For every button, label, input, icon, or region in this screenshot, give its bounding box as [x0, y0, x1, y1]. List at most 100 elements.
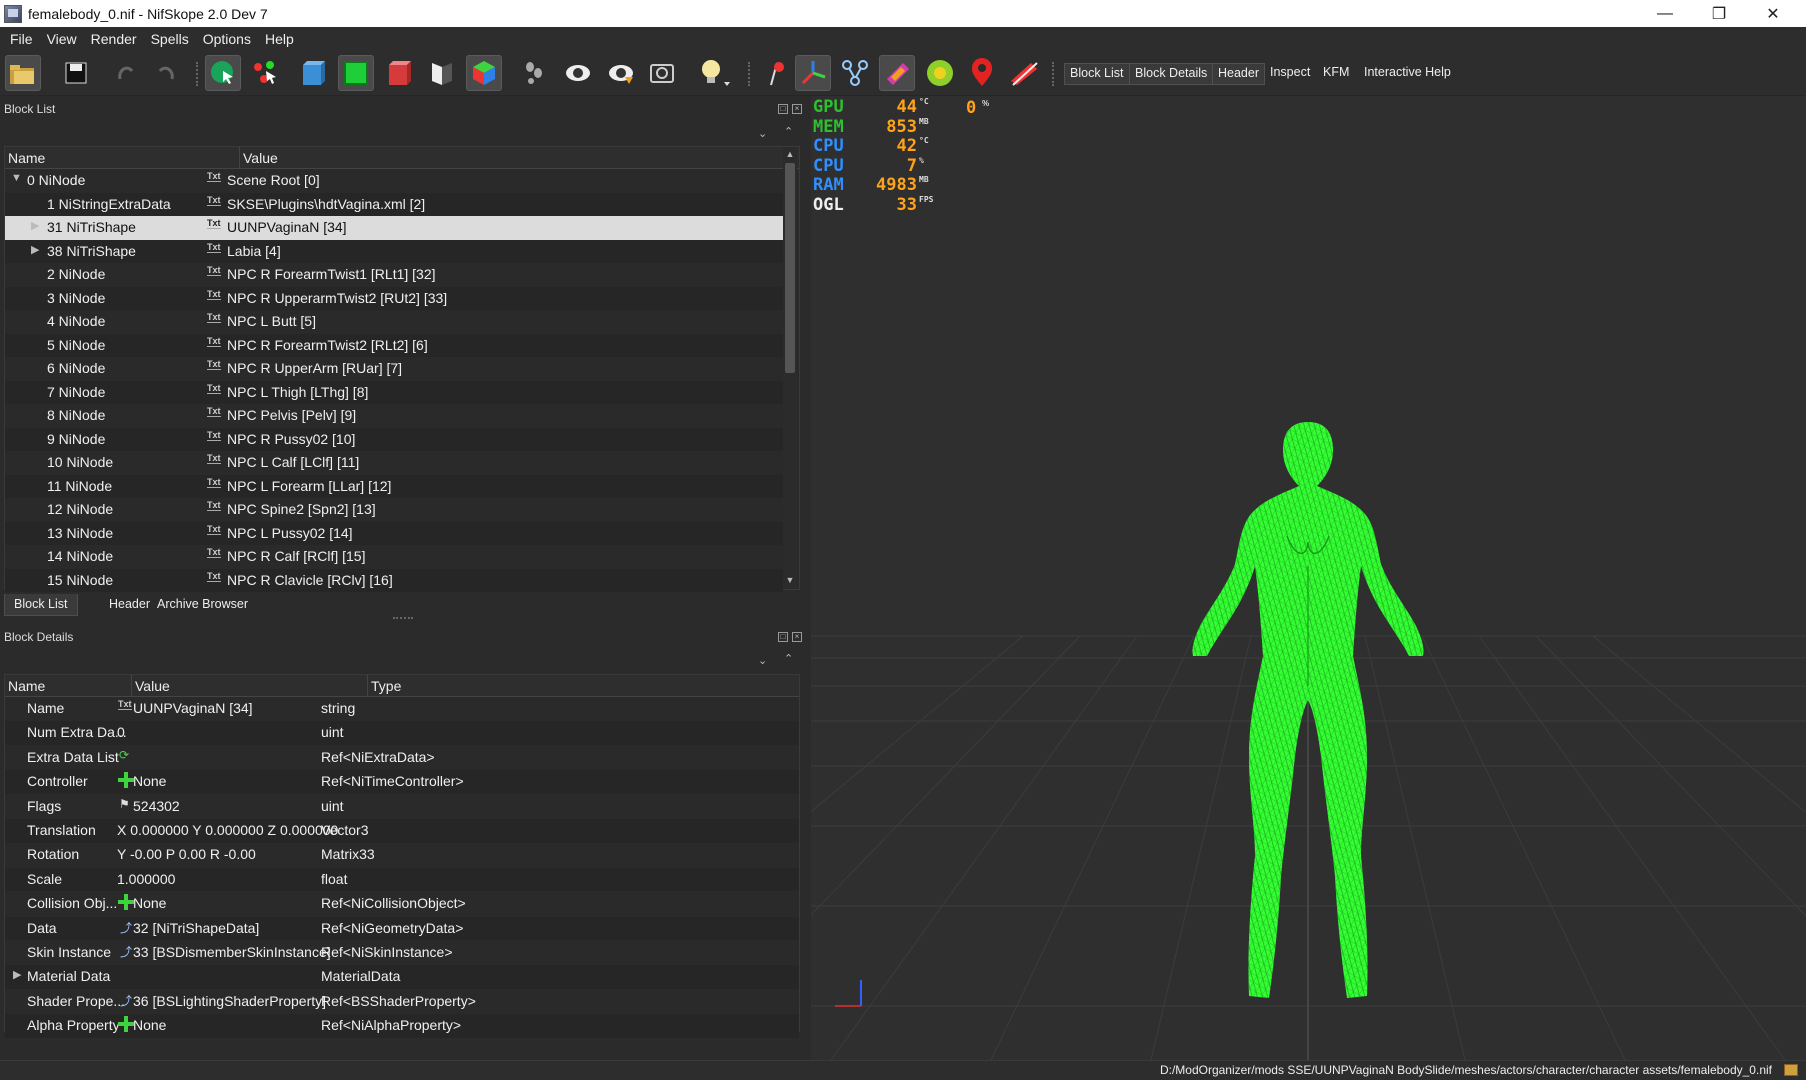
block-list-row[interactable]: 14 NiNode Txt NPC R Calf [RClf] [15] — [5, 545, 783, 569]
detail-row[interactable]: Extra Data List ⟳ Ref<NiExtraData> — [5, 746, 799, 770]
collapse-all-icon[interactable]: ⌃ — [784, 652, 793, 665]
scene-view[interactable] — [811, 96, 1806, 1060]
block-list-row[interactable]: 15 NiNode Txt NPC R Clavicle [RClv] [16] — [5, 568, 783, 592]
restore-icon[interactable]: ❐ — [1692, 0, 1746, 27]
minimize-icon[interactable]: — — [1638, 0, 1692, 27]
block-list-row[interactable]: 8 NiNode Txt NPC Pelvis [Pelv] [9] — [5, 404, 783, 428]
block-list-row[interactable]: 4 NiNode Txt NPC L Butt [5] — [5, 310, 783, 334]
column-name[interactable]: Name — [8, 150, 45, 166]
detail-row[interactable]: Alpha Property None Ref<NiAlphaProperty> — [5, 1014, 799, 1038]
chevron-right-icon[interactable]: ▶ — [31, 243, 39, 256]
view-side-icon[interactable] — [381, 55, 417, 91]
block-list-row[interactable]: 2 NiNode Txt NPC R ForearmTwist1 [RLt1] [3… — [5, 263, 783, 287]
field-value[interactable]: 0 — [117, 724, 125, 740]
menu-view[interactable]: View — [40, 31, 84, 47]
menu-options[interactable]: Options — [196, 31, 258, 47]
scroll-thumb[interactable] — [785, 163, 795, 373]
show-axes-icon[interactable] — [757, 55, 793, 91]
chevron-right-icon[interactable]: ▶ — [31, 219, 39, 232]
detail-row[interactable]: Flags ⚑ 524302 uint — [5, 795, 799, 819]
toggle-interactive-help-button[interactable]: Interactive Help — [1359, 63, 1456, 85]
chevron-right-icon[interactable]: ▶ — [13, 968, 21, 981]
block-list-row[interactable]: 3 NiNode Txt NPC R UpperarmTwist2 [RUt2] [… — [5, 286, 783, 310]
chevron-down-icon[interactable]: ▼ — [11, 172, 22, 184]
block-list-row[interactable]: 13 NiNode Txt NPC L Pussy02 [14] — [5, 521, 783, 545]
toggle-block-details-button[interactable]: Block Details — [1129, 63, 1214, 85]
detail-row[interactable]: Skin Instance ⤴ 33 [BSDismemberSkinInstanc… — [5, 941, 799, 965]
column-value[interactable]: Value — [135, 678, 170, 694]
block-list-row[interactable]: 5 NiNode Txt NPC R ForearmTwist2 [RLt2] [6… — [5, 333, 783, 357]
save-icon[interactable] — [58, 55, 94, 91]
expand-all-icon[interactable]: ⌄ — [758, 127, 767, 140]
show-havok-icon[interactable] — [837, 55, 873, 91]
menu-help[interactable]: Help — [258, 31, 301, 47]
add-reference-icon[interactable] — [118, 1016, 134, 1033]
close-panel-icon[interactable]: × — [792, 632, 802, 642]
tab-block-list[interactable]: Block List — [4, 594, 78, 616]
render-viewport[interactable] — [811, 96, 1806, 1060]
block-details-tree[interactable]: Name Value Type Name Txt UUNPVaginaN [34] s… — [4, 674, 800, 1038]
toggle-kfm-button[interactable]: KFM — [1318, 63, 1354, 85]
add-reference-icon[interactable] — [118, 894, 134, 911]
field-value[interactable]: X 0.000000 Y 0.000000 Z 0.000000 — [117, 822, 338, 838]
detail-row[interactable]: Num Extra Da... 0 uint — [5, 721, 799, 745]
detail-row[interactable]: Collision Obj... None Ref<NiCollisionObjec… — [5, 892, 799, 916]
show-marker-pin-icon[interactable] — [964, 55, 1000, 91]
flag-icon[interactable]: ⚑ — [119, 797, 130, 811]
block-list-row[interactable]: 9 NiNode Txt NPC R Pussy02 [10] — [5, 427, 783, 451]
field-value[interactable]: 524302 — [133, 798, 180, 814]
block-list-row[interactable]: 12 NiNode Txt NPC Spine2 [Spn2] [13] — [5, 498, 783, 522]
detail-row[interactable]: Rotation Y -0.00 P 0.00 R -0.00 Matrix33 — [5, 843, 799, 867]
link-icon[interactable]: ⤴ — [120, 943, 132, 960]
show-furniture-icon[interactable] — [879, 55, 915, 91]
dock-splitter[interactable] — [804, 96, 811, 1060]
show-markers-icon[interactable] — [922, 55, 958, 91]
collapse-all-icon[interactable]: ⌃ — [784, 125, 793, 138]
column-value[interactable]: Value — [243, 150, 278, 166]
field-value[interactable]: None — [133, 773, 166, 789]
screenshot-icon[interactable] — [644, 55, 680, 91]
close-panel-icon[interactable]: × — [792, 104, 802, 114]
toggle-block-list-button[interactable]: Block List — [1064, 63, 1130, 85]
block-list-tree[interactable]: Name Value ▼ 0 NiNode Txt Scene Root [0] 1 N… — [4, 146, 800, 592]
block-list-row[interactable]: ▶ 38 NiTriShape Txt Labia [4] — [5, 239, 783, 263]
field-value[interactable]: None — [133, 895, 166, 911]
block-list-row[interactable]: 1 NiStringExtraData Txt SKSE\Plugins\hdtVa… — [5, 192, 783, 216]
show-constraints-icon[interactable] — [795, 55, 831, 91]
column-type[interactable]: Type — [371, 678, 401, 694]
field-value[interactable]: 1.000000 — [117, 871, 175, 887]
menu-spells[interactable]: Spells — [144, 31, 196, 47]
link-icon[interactable]: ⤴ — [120, 919, 132, 936]
select-vertex-icon[interactable] — [248, 55, 284, 91]
field-value[interactable]: 32 [NiTriShapeData] — [133, 920, 259, 936]
block-list-row[interactable]: ▶ 31 NiTriShape Txt UUNPVaginaN [34] — [5, 216, 783, 240]
field-value[interactable]: None — [133, 1017, 166, 1033]
block-list-row[interactable]: 6 NiNode Txt NPC R UpperArm [RUar] [7] — [5, 357, 783, 381]
open-file-icon[interactable] — [5, 55, 41, 91]
select-object-icon[interactable] — [205, 55, 241, 91]
undo-icon[interactable] — [108, 55, 144, 91]
view-user-icon[interactable] — [424, 55, 460, 91]
field-value[interactable]: 33 [BSDismemberSkinInstance] — [133, 944, 331, 960]
close-icon[interactable]: ✕ — [1746, 0, 1800, 27]
splitter-handle[interactable] — [393, 617, 413, 619]
detail-row[interactable]: Shader Prope... ⤴ 36 [BSLightingShaderProp… — [5, 990, 799, 1014]
view-top-icon[interactable] — [338, 55, 374, 91]
block-list-row[interactable]: 11 NiNode Txt NPC L Forearm [LLar] [12] — [5, 474, 783, 498]
refresh-icon[interactable]: ⟳ — [119, 748, 129, 762]
show-vertex-colors-icon[interactable] — [1006, 55, 1042, 91]
float-panel-icon[interactable]: □ — [778, 632, 788, 642]
redo-icon[interactable] — [148, 55, 184, 91]
block-list-row[interactable]: 7 NiNode Txt NPC L Thigh [LThg] [8] — [5, 380, 783, 404]
menu-file[interactable]: File — [3, 31, 40, 47]
float-panel-icon[interactable]: □ — [778, 104, 788, 114]
detail-row[interactable]: ▶ Material Data MaterialData — [5, 965, 799, 989]
show-nodes-icon[interactable] — [603, 55, 639, 91]
show-hidden-icon[interactable] — [560, 55, 596, 91]
detail-row[interactable]: Data ⤴ 32 [NiTriShapeData] Ref<NiGeometryDa… — [5, 916, 799, 941]
lighting-icon[interactable] — [697, 55, 733, 91]
view-perspective-icon[interactable] — [466, 55, 502, 91]
column-name[interactable]: Name — [8, 678, 45, 694]
block-list-row[interactable]: ▼ 0 NiNode Txt Scene Root [0] — [5, 169, 783, 193]
field-value[interactable]: Y -0.00 P 0.00 R -0.00 — [117, 846, 256, 862]
